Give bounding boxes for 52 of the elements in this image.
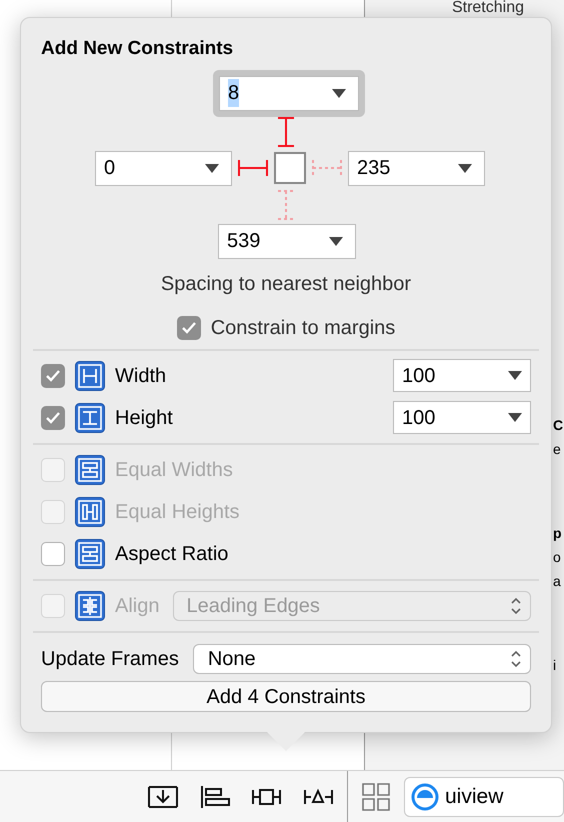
checkbox[interactable]: [41, 406, 65, 430]
checkmark-icon: [180, 320, 197, 334]
view-icon: [411, 782, 439, 810]
filter-field[interactable]: uiview: [404, 776, 564, 816]
checkmark-icon: [45, 410, 61, 424]
spacing-field[interactable]: 0: [95, 150, 232, 186]
caret-icon: [458, 164, 472, 172]
equal-widths-icon: [75, 454, 105, 484]
checkbox-label: Constrain to margins: [210, 316, 396, 340]
constraint-label: Equal Heights: [115, 500, 240, 524]
panel-text: C: [553, 416, 564, 435]
column-header: Stretching: [450, 0, 524, 16]
update-frames-label: Update Frames: [41, 646, 179, 672]
update-frames-popup[interactable]: None: [192, 644, 531, 674]
spacing-caption: Spacing to nearest neighbor: [160, 272, 412, 296]
height-icon: [75, 402, 105, 432]
constraint-label: Height: [115, 406, 173, 430]
panel-text: a: [553, 572, 561, 591]
constraint-label: Aspect Ratio: [115, 542, 228, 566]
caret-icon: [508, 371, 522, 380]
size-field[interactable]: 100: [393, 359, 531, 392]
panel-text: e: [553, 440, 561, 459]
embed-icon[interactable]: [147, 784, 179, 810]
align-icon: [75, 590, 105, 620]
stepper-icon: [510, 596, 522, 616]
spacing-field[interactable]: 235: [348, 150, 485, 186]
caret-icon: [332, 88, 346, 98]
add-constraints-button[interactable]: Add 4 Constraints: [41, 680, 531, 712]
align-icon[interactable]: [199, 784, 231, 810]
panel-text: o: [553, 548, 561, 567]
stepper-icon: [510, 648, 522, 668]
checkbox[interactable]: [176, 316, 201, 340]
panel-text: i: [553, 656, 556, 675]
width-icon: [75, 360, 105, 390]
spacing-field[interactable]: 8: [219, 76, 359, 110]
popover-title: Add New Constraints: [41, 38, 234, 59]
spacing-field[interactable]: 539: [218, 224, 356, 258]
caret-icon: [205, 164, 219, 172]
equal-heights-icon: [75, 496, 105, 526]
grid-icon[interactable]: [362, 782, 390, 810]
constraint-label: Width: [115, 364, 166, 388]
caret-icon: [329, 236, 343, 246]
size-field[interactable]: 100: [393, 401, 531, 434]
checkbox[interactable]: [41, 364, 65, 388]
constraint-label: Align: [115, 594, 160, 618]
view-square: [274, 152, 306, 184]
panel-text: p: [553, 524, 562, 543]
caret-icon: [508, 413, 522, 422]
aspect-ratio-icon: [75, 538, 105, 568]
constraint-label: Equal Widths: [115, 458, 233, 482]
checkbox[interactable]: [41, 542, 65, 566]
checkmark-icon: [45, 368, 61, 382]
